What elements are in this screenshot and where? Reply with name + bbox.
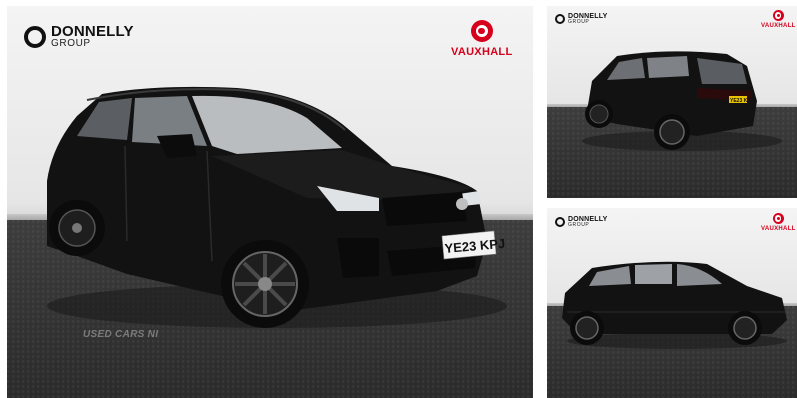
main-car-photo[interactable]: DONNELLY GROUP VAUXHALL YE23 KPJ USED CA…: [7, 6, 533, 398]
car-side-view: [562, 261, 787, 349]
car-rear-view: YE23 KPJ: [582, 51, 782, 151]
watermark: USED CARS NI: [83, 329, 159, 340]
rear-plate: YE23 KPJ: [730, 98, 754, 104]
thumb-rear-photo[interactable]: DONNELLY GROUP VAUXHALL YE23 KPJ: [547, 6, 797, 198]
thumb-side-photo[interactable]: DONNELLY GROUP VAUXHALL: [547, 208, 797, 398]
